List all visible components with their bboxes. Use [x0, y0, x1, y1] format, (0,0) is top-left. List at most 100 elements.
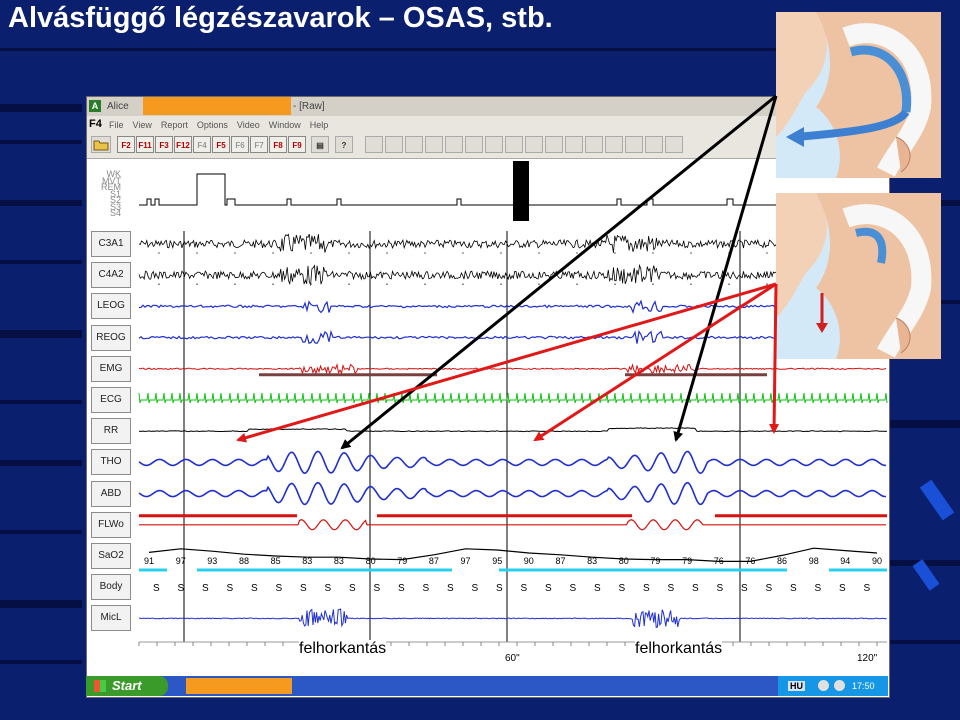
- sao2-trace: [148, 547, 878, 562]
- sao2-value: 79: [682, 556, 692, 566]
- eeg-dot: [728, 252, 730, 254]
- eeg-dot: [196, 252, 198, 254]
- body-position-mark: S: [178, 583, 185, 594]
- eeg-dot: [766, 283, 768, 285]
- open-airway-illustration: [776, 12, 941, 178]
- body-position-mark: S: [839, 583, 846, 594]
- eeg-dot: [272, 252, 274, 254]
- eeg-dot: [158, 252, 160, 254]
- eeg-dot: [386, 252, 388, 254]
- body-position-mark: S: [570, 583, 577, 594]
- eeg-dot: [424, 252, 426, 254]
- channel-button-tho[interactable]: THO: [91, 449, 131, 476]
- sao2-value: 76: [745, 556, 755, 566]
- body-position-mark: S: [692, 583, 699, 594]
- body-position-mark: S: [276, 583, 283, 594]
- channel-button-c3a1[interactable]: C3A1: [91, 231, 131, 257]
- start-button[interactable]: Start: [86, 676, 168, 696]
- eeg-trace: [138, 233, 887, 253]
- windows-flag-icon: [94, 680, 106, 692]
- body-position-mark: S: [349, 583, 356, 594]
- eeg-dot: [234, 252, 236, 254]
- eeg-dot: [500, 283, 502, 285]
- eeg-dot: [310, 283, 312, 285]
- sao2-value: 97: [176, 556, 186, 566]
- time-mark-120: 120": [857, 653, 878, 664]
- emg-trace: [138, 362, 887, 376]
- taskbar-redacted-item[interactable]: [186, 678, 292, 694]
- eog-trace: [138, 329, 888, 344]
- body-position-mark: S: [741, 583, 748, 594]
- tho-trace: [138, 450, 887, 475]
- sao2-value: 83: [334, 556, 344, 566]
- eeg-dot: [462, 283, 464, 285]
- obstructed-airway-illustration: [776, 193, 941, 359]
- channel-button-c4a2[interactable]: C4A2: [91, 262, 131, 289]
- body-position-mark: S: [447, 583, 454, 594]
- channel-button-body[interactable]: Body: [91, 574, 131, 601]
- body-position-mark: S: [472, 583, 479, 594]
- system-tray: HU 17:50: [778, 676, 888, 696]
- eeg-trace: [138, 263, 887, 287]
- body-position-mark: S: [423, 583, 430, 594]
- eeg-dot: [272, 283, 274, 285]
- sao2-value: 80: [619, 556, 629, 566]
- eeg-dot: [538, 283, 540, 285]
- mic-trace: [139, 608, 887, 629]
- eeg-dot: [614, 283, 616, 285]
- snore-annotation-1: felhorkantás: [299, 640, 387, 658]
- eog-trace: [138, 299, 888, 315]
- body-position-mark: S: [790, 583, 797, 594]
- body-position-mark: S: [251, 583, 258, 594]
- sao2-value: 83: [587, 556, 597, 566]
- language-indicator[interactable]: HU: [788, 681, 805, 691]
- start-label: Start: [112, 678, 142, 693]
- body-position-mark: S: [374, 583, 381, 594]
- channel-button-sao2[interactable]: SaO2: [91, 543, 131, 569]
- channel-button-abd[interactable]: ABD: [91, 480, 131, 507]
- eeg-dot: [196, 283, 198, 285]
- sao2-value: 98: [809, 556, 819, 566]
- flow-trace: [139, 519, 886, 531]
- eeg-dot: [348, 252, 350, 254]
- body-position-mark: S: [643, 583, 650, 594]
- eeg-dot: [386, 283, 388, 285]
- tray-icon[interactable]: [834, 680, 845, 691]
- sao2-value: 87: [429, 556, 439, 566]
- body-position-mark: S: [864, 583, 871, 594]
- snore-annotation-2: felhorkantás: [635, 640, 723, 658]
- app-window[interactable]: A Alice - [Raw] F4 File View Report Options…: [86, 96, 890, 698]
- sao2-value: 91: [144, 556, 154, 566]
- channel-button-rr[interactable]: RR: [91, 418, 131, 445]
- eeg-dot: [652, 252, 654, 254]
- sao2-value: 97: [461, 556, 471, 566]
- eeg-dot: [462, 252, 464, 254]
- body-position-mark: S: [227, 583, 234, 594]
- channel-button-reog[interactable]: REOG: [91, 324, 131, 351]
- time-mark-60: 60": [505, 653, 520, 664]
- slide-title: Alvásfüggő légzészavarok – OSAS, stb.: [8, 2, 553, 34]
- body-position-mark: S: [202, 583, 209, 594]
- eeg-dot: [614, 252, 616, 254]
- hypnogram-stage-label: S4: [109, 208, 121, 218]
- body-position-mark: S: [496, 583, 503, 594]
- ecg-trace: [138, 392, 888, 404]
- channel-button-flwo[interactable]: FLWo: [91, 511, 131, 538]
- channel-button-micl[interactable]: MicL: [91, 605, 131, 632]
- body-position-mark: S: [815, 583, 822, 594]
- tray-icon[interactable]: [818, 680, 829, 691]
- eeg-dot: [728, 283, 730, 285]
- sao2-value: 79: [397, 556, 407, 566]
- eeg-dot: [766, 252, 768, 254]
- body-position-mark: S: [300, 583, 307, 594]
- eeg-dot: [576, 283, 578, 285]
- channel-button-leog[interactable]: LEOG: [91, 293, 131, 320]
- body-position-mark: S: [668, 583, 675, 594]
- channel-button-emg[interactable]: EMG: [91, 355, 131, 382]
- eeg-dot: [538, 252, 540, 254]
- eeg-dot: [158, 283, 160, 285]
- body-position-mark: S: [153, 583, 160, 594]
- body-position-mark: S: [398, 583, 405, 594]
- channel-button-ecg[interactable]: ECG: [91, 387, 131, 413]
- hypnogram-trace: [139, 173, 807, 206]
